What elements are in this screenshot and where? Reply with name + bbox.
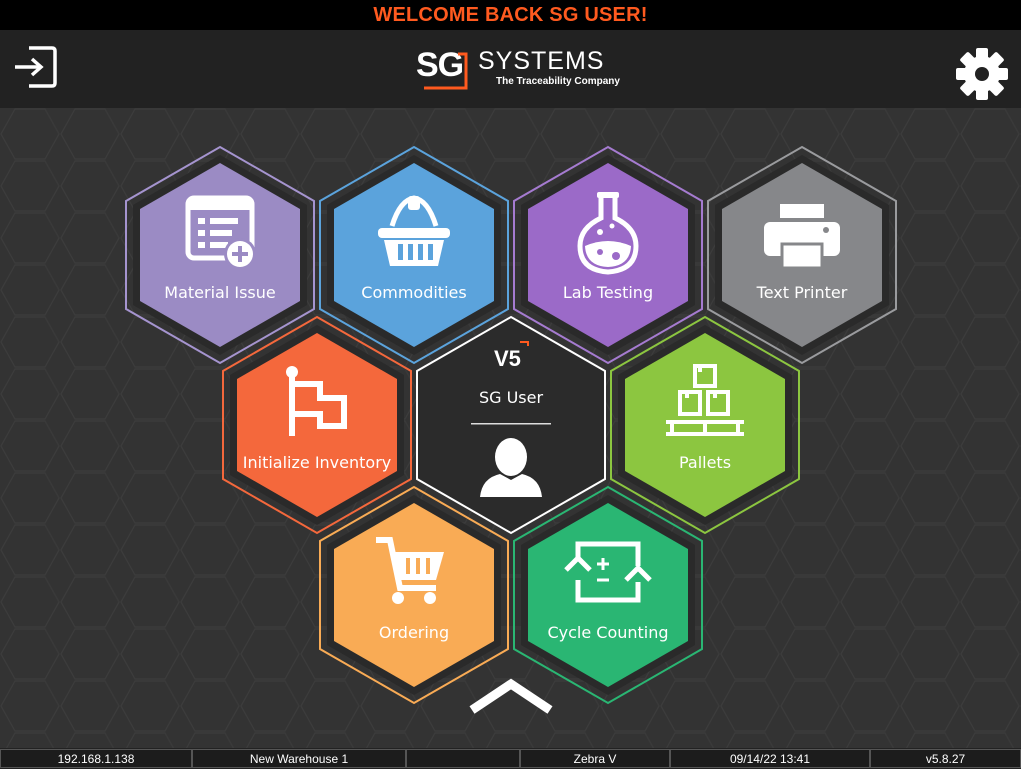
tile-grid: Material Issue Commodities Lab Testing T… [125,145,897,714]
status-bar: 192.168.1.138 New Warehouse 1 Zebra V 09… [0,748,1021,769]
chevron-up-icon[interactable] [469,678,553,714]
tile-commodities[interactable]: Commodities [319,145,509,365]
status-datetime: 09/14/22 13:41 [670,749,870,768]
tile-initialize-inventory[interactable]: Initialize Inventory [222,315,412,535]
tile-ordering[interactable]: Ordering [319,485,509,705]
tile-label-material-issue: Material Issue [164,283,275,302]
user-profile-center[interactable]: V5 SG User [416,315,606,535]
tile-lab-testing[interactable]: Lab Testing [513,145,703,365]
tile-label-lab-testing: Lab Testing [563,283,653,302]
tile-material-issue[interactable]: Material Issue [125,145,315,365]
tile-pallets[interactable]: Pallets [610,315,800,535]
tile-cycle-counting[interactable]: Cycle Counting [513,485,703,705]
status-ip: 192.168.1.138 [0,749,192,768]
status-printer: Zebra V [520,749,670,768]
divider [471,423,551,425]
status-version: v5.8.27 [870,749,1021,768]
tile-label-commodities: Commodities [361,283,466,302]
user-name: SG User [479,388,544,407]
status-blank [406,749,520,768]
tile-label-ordering: Ordering [379,623,449,642]
tile-text-printer[interactable]: Text Printer [707,145,897,365]
tile-label-text-printer: Text Printer [756,283,848,302]
tile-label-cycle-counting: Cycle Counting [547,623,668,642]
version-badge: V5 [494,346,521,371]
tile-label-pallets: Pallets [679,453,731,472]
tile-label-initialize-inventory: Initialize Inventory [243,453,391,472]
status-warehouse: New Warehouse 1 [192,749,406,768]
